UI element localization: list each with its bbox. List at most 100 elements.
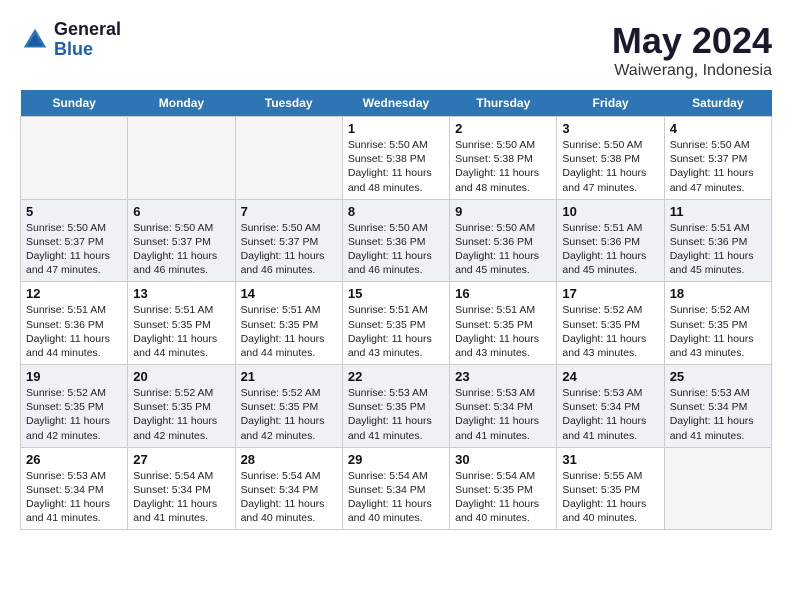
calendar-cell: [235, 117, 342, 200]
cell-date-number: 28: [241, 452, 337, 467]
day-header-saturday: Saturday: [664, 90, 771, 117]
calendar-cell: 15 Sunrise: 5:51 AM Sunset: 5:35 PM Dayli…: [342, 282, 449, 365]
calendar-cell: 6Sunrise: 5:50 AM Sunset: 5:37 PM Daylig…: [128, 199, 235, 282]
cell-info-text: Sunrise: 5:52 AM Sunset: 5:35 PM Dayligh…: [133, 386, 229, 443]
cell-info-text: Sunrise: 5:53 AM Sunset: 5:35 PM Dayligh…: [348, 386, 444, 443]
day-header-thursday: Thursday: [450, 90, 557, 117]
cell-info-text: Sunrise: 5:51 AM Sunset: 5:35 PM Dayligh…: [133, 303, 229, 360]
cell-info-text: Sunrise: 5:50 AM Sunset: 5:38 PM Dayligh…: [348, 138, 444, 195]
calendar-cell: 27Sunrise: 5:54 AM Sunset: 5:34 PM Dayli…: [128, 447, 235, 530]
logo-blue-text: Blue: [54, 39, 93, 59]
calendar-cell: 30 Sunrise: 5:54 AM Sunset: 5:35 PM Dayli…: [450, 447, 557, 530]
calendar-body: 1 Sunrise: 5:50 AM Sunset: 5:38 PM Daylig…: [21, 117, 772, 530]
calendar-cell: 25 Sunrise: 5:53 AM Sunset: 5:34 PM Dayli…: [664, 365, 771, 448]
cell-info-text: Sunrise: 5:54 AM Sunset: 5:34 PM Dayligh…: [133, 469, 229, 526]
calendar-cell: 13 Sunrise: 5:51 AM Sunset: 5:35 PM Dayli…: [128, 282, 235, 365]
cell-info-text: Sunrise: 5:51 AM Sunset: 5:36 PM Dayligh…: [562, 221, 658, 278]
cell-date-number: 10: [562, 204, 658, 219]
calendar-cell: 4Sunrise: 5:50 AM Sunset: 5:37 PM Daylig…: [664, 117, 771, 200]
day-header-sunday: Sunday: [21, 90, 128, 117]
calendar-cell: 2 Sunrise: 5:50 AM Sunset: 5:38 PM Daylig…: [450, 117, 557, 200]
calendar-cell: 31Sunrise: 5:55 AM Sunset: 5:35 PM Dayli…: [557, 447, 664, 530]
cell-date-number: 24: [562, 369, 658, 384]
logo-text: General Blue: [54, 20, 121, 60]
calendar-title: May 2024: [612, 20, 772, 62]
cell-info-text: Sunrise: 5:55 AM Sunset: 5:35 PM Dayligh…: [562, 469, 658, 526]
cell-info-text: Sunrise: 5:51 AM Sunset: 5:35 PM Dayligh…: [455, 303, 551, 360]
cell-date-number: 9: [455, 204, 551, 219]
title-block: May 2024 Waiwerang, Indonesia: [612, 20, 772, 80]
calendar-table: SundayMondayTuesdayWednesdayThursdayFrid…: [20, 90, 772, 530]
calendar-cell: 22Sunrise: 5:53 AM Sunset: 5:35 PM Dayli…: [342, 365, 449, 448]
calendar-cell: 19 Sunrise: 5:52 AM Sunset: 5:35 PM Dayli…: [21, 365, 128, 448]
cell-info-text: Sunrise: 5:52 AM Sunset: 5:35 PM Dayligh…: [241, 386, 337, 443]
cell-date-number: 13: [133, 286, 229, 301]
cell-info-text: Sunrise: 5:50 AM Sunset: 5:37 PM Dayligh…: [670, 138, 766, 195]
calendar-cell: 26 Sunrise: 5:53 AM Sunset: 5:34 PM Dayli…: [21, 447, 128, 530]
calendar-cell: 20 Sunrise: 5:52 AM Sunset: 5:35 PM Dayli…: [128, 365, 235, 448]
cell-date-number: 11: [670, 204, 766, 219]
cell-info-text: Sunrise: 5:51 AM Sunset: 5:35 PM Dayligh…: [241, 303, 337, 360]
day-header-tuesday: Tuesday: [235, 90, 342, 117]
calendar-week-row: 19 Sunrise: 5:52 AM Sunset: 5:35 PM Dayli…: [21, 365, 772, 448]
calendar-week-row: 5 Sunrise: 5:50 AM Sunset: 5:37 PM Daylig…: [21, 199, 772, 282]
cell-info-text: Sunrise: 5:54 AM Sunset: 5:34 PM Dayligh…: [241, 469, 337, 526]
cell-date-number: 8: [348, 204, 444, 219]
cell-info-text: Sunrise: 5:54 AM Sunset: 5:35 PM Dayligh…: [455, 469, 551, 526]
calendar-week-row: 26 Sunrise: 5:53 AM Sunset: 5:34 PM Dayli…: [21, 447, 772, 530]
cell-info-text: Sunrise: 5:52 AM Sunset: 5:35 PM Dayligh…: [562, 303, 658, 360]
cell-date-number: 26: [26, 452, 122, 467]
calendar-cell: 14 Sunrise: 5:51 AM Sunset: 5:35 PM Dayli…: [235, 282, 342, 365]
logo-general-text: General: [54, 19, 121, 39]
cell-date-number: 30: [455, 452, 551, 467]
calendar-cell: [21, 117, 128, 200]
cell-date-number: 2: [455, 121, 551, 136]
cell-date-number: 5: [26, 204, 122, 219]
cell-date-number: 3: [562, 121, 658, 136]
cell-date-number: 7: [241, 204, 337, 219]
calendar-cell: 1 Sunrise: 5:50 AM Sunset: 5:38 PM Daylig…: [342, 117, 449, 200]
cell-date-number: 17: [562, 286, 658, 301]
cell-info-text: Sunrise: 5:50 AM Sunset: 5:38 PM Dayligh…: [455, 138, 551, 195]
day-header-friday: Friday: [557, 90, 664, 117]
cell-info-text: Sunrise: 5:50 AM Sunset: 5:36 PM Dayligh…: [348, 221, 444, 278]
calendar-cell: 17 Sunrise: 5:52 AM Sunset: 5:35 PM Dayli…: [557, 282, 664, 365]
cell-date-number: 19: [26, 369, 122, 384]
calendar-cell: 7 Sunrise: 5:50 AM Sunset: 5:37 PM Daylig…: [235, 199, 342, 282]
calendar-header-row: SundayMondayTuesdayWednesdayThursdayFrid…: [21, 90, 772, 117]
cell-info-text: Sunrise: 5:51 AM Sunset: 5:36 PM Dayligh…: [26, 303, 122, 360]
cell-info-text: Sunrise: 5:51 AM Sunset: 5:35 PM Dayligh…: [348, 303, 444, 360]
calendar-cell: 29 Sunrise: 5:54 AM Sunset: 5:34 PM Dayli…: [342, 447, 449, 530]
cell-date-number: 18: [670, 286, 766, 301]
cell-info-text: Sunrise: 5:52 AM Sunset: 5:35 PM Dayligh…: [26, 386, 122, 443]
cell-info-text: Sunrise: 5:50 AM Sunset: 5:36 PM Dayligh…: [455, 221, 551, 278]
cell-info-text: Sunrise: 5:53 AM Sunset: 5:34 PM Dayligh…: [562, 386, 658, 443]
cell-date-number: 14: [241, 286, 337, 301]
calendar-cell: 11Sunrise: 5:51 AM Sunset: 5:36 PM Dayli…: [664, 199, 771, 282]
calendar-cell: 9 Sunrise: 5:50 AM Sunset: 5:36 PM Daylig…: [450, 199, 557, 282]
logo: General Blue: [20, 20, 121, 60]
day-header-wednesday: Wednesday: [342, 90, 449, 117]
cell-info-text: Sunrise: 5:50 AM Sunset: 5:37 PM Dayligh…: [241, 221, 337, 278]
cell-date-number: 20: [133, 369, 229, 384]
cell-date-number: 1: [348, 121, 444, 136]
cell-date-number: 15: [348, 286, 444, 301]
cell-date-number: 21: [241, 369, 337, 384]
cell-info-text: Sunrise: 5:50 AM Sunset: 5:37 PM Dayligh…: [133, 221, 229, 278]
calendar-cell: 21 Sunrise: 5:52 AM Sunset: 5:35 PM Dayli…: [235, 365, 342, 448]
cell-date-number: 29: [348, 452, 444, 467]
page-header: General Blue May 2024 Waiwerang, Indones…: [20, 20, 772, 80]
calendar-cell: 24 Sunrise: 5:53 AM Sunset: 5:34 PM Dayli…: [557, 365, 664, 448]
cell-date-number: 23: [455, 369, 551, 384]
cell-info-text: Sunrise: 5:54 AM Sunset: 5:34 PM Dayligh…: [348, 469, 444, 526]
calendar-cell: 18Sunrise: 5:52 AM Sunset: 5:35 PM Dayli…: [664, 282, 771, 365]
cell-info-text: Sunrise: 5:50 AM Sunset: 5:37 PM Dayligh…: [26, 221, 122, 278]
cell-info-text: Sunrise: 5:53 AM Sunset: 5:34 PM Dayligh…: [26, 469, 122, 526]
calendar-subtitle: Waiwerang, Indonesia: [612, 62, 772, 80]
calendar-cell: 10 Sunrise: 5:51 AM Sunset: 5:36 PM Dayli…: [557, 199, 664, 282]
calendar-cell: 28 Sunrise: 5:54 AM Sunset: 5:34 PM Dayli…: [235, 447, 342, 530]
calendar-cell: [664, 447, 771, 530]
cell-info-text: Sunrise: 5:53 AM Sunset: 5:34 PM Dayligh…: [670, 386, 766, 443]
calendar-cell: 8 Sunrise: 5:50 AM Sunset: 5:36 PM Daylig…: [342, 199, 449, 282]
cell-date-number: 25: [670, 369, 766, 384]
